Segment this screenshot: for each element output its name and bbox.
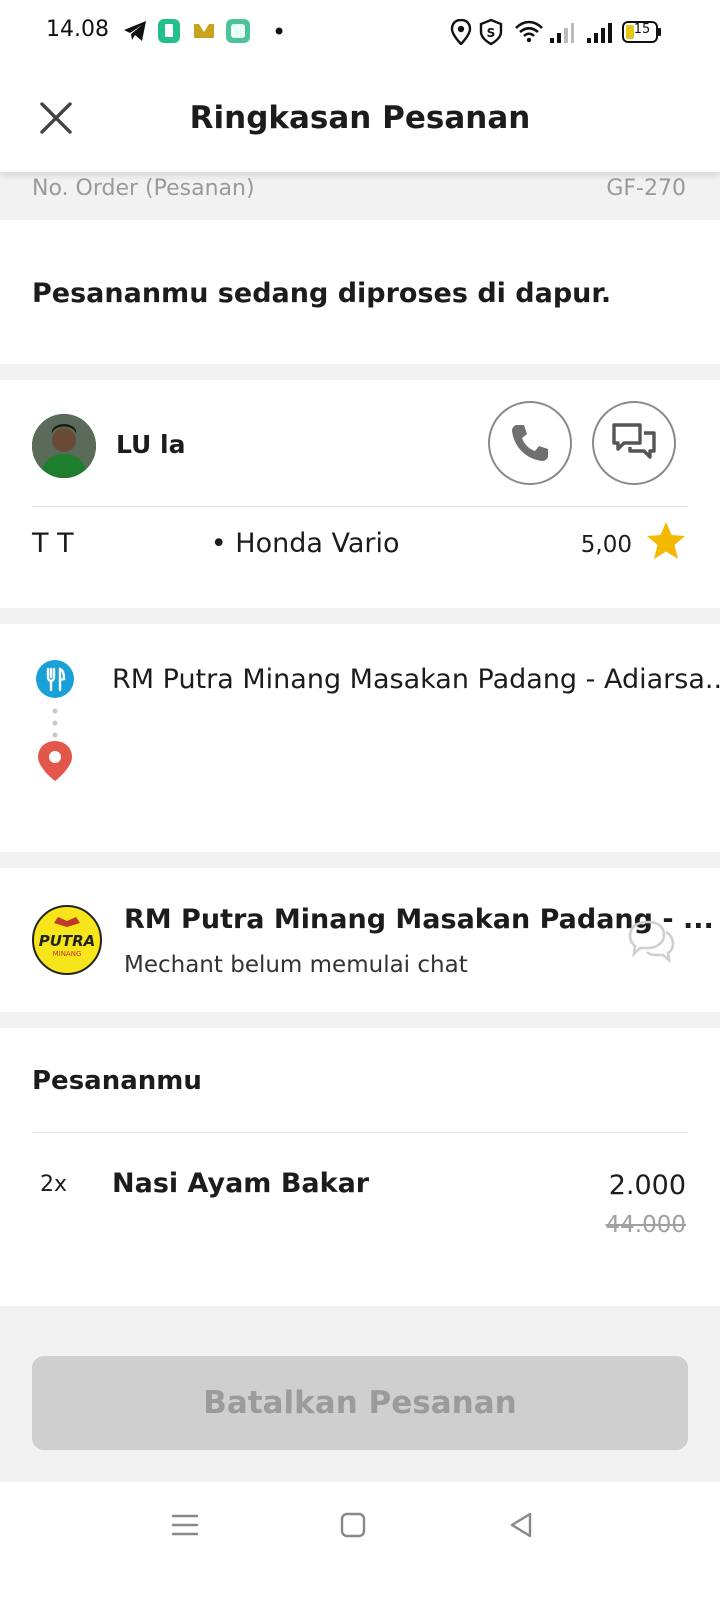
app-header: Ringkasan Pesanan [0, 64, 720, 172]
route-connector [52, 708, 58, 738]
card-spacer [0, 1290, 720, 1306]
app-notification-icon [226, 19, 250, 43]
merchant-logo-subtext: MINANG [53, 950, 82, 958]
battery-level: 15 [633, 22, 651, 37]
wifi-icon [515, 20, 543, 43]
merchant-logo-text: PUTRA [39, 932, 96, 950]
order-status-card: Pesananmu sedang diproses di dapur. [0, 220, 720, 364]
pickup-location: RM Putra Minang Masakan Padang - Adiarsa… [112, 664, 720, 695]
menu-icon[interactable] [170, 1510, 200, 1540]
order-items-title: Pesananmu [32, 1066, 202, 1096]
more-notifications-dot: • [272, 18, 287, 46]
page-title: Ringkasan Pesanan [189, 100, 531, 136]
order-status-text: Pesananmu sedang diproses di dapur. [32, 278, 612, 309]
system-nav-bar [0, 1482, 720, 1600]
app-notification-icon [158, 19, 180, 43]
driver-avatar [32, 414, 96, 478]
order-number-row: No. Order (Pesanan) GF-270 [0, 172, 720, 220]
status-time: 14.08 [46, 17, 109, 42]
vehicle-model: • Honda Vario [210, 528, 400, 559]
order-number-value: GF-270 [606, 176, 686, 201]
back-icon[interactable] [506, 1510, 536, 1540]
chat-merchant-icon[interactable] [626, 918, 676, 964]
status-bar: 14.08 • S 15 [0, 0, 720, 64]
home-icon[interactable] [338, 1510, 368, 1540]
phone-icon [512, 425, 548, 461]
vehicle-plate: T T [32, 528, 74, 559]
location-pin-icon [38, 741, 72, 781]
merchant-logo: PUTRA MINANG [32, 905, 102, 975]
order-items-card: Pesananmu 2x Nasi Ayam Bakar 2.000 44.00… [0, 1028, 720, 1290]
telegram-icon [124, 21, 146, 41]
driver-rating: 5,00 [580, 532, 632, 558]
merchant-chat-status: Mechant belum memulai chat [124, 952, 468, 978]
svg-text:S: S [487, 26, 496, 40]
location-icon [450, 19, 472, 45]
route-card: RM Putra Minang Masakan Padang - Adiarsa… [0, 624, 720, 852]
signal-icon [587, 23, 612, 43]
shield-icon: S [479, 18, 503, 46]
chat-icon [612, 423, 656, 459]
vehicle-info: T T • Honda Vario [32, 528, 400, 559]
app-notification-icon [194, 24, 214, 38]
item-original-price: 44.000 [605, 1212, 686, 1238]
item-price: 2.000 [608, 1170, 686, 1201]
driver-card: LU la T T • Honda Vario 5,00 [0, 380, 720, 608]
call-button[interactable] [488, 401, 572, 485]
driver-name: LU la [116, 430, 186, 459]
divider [32, 506, 688, 507]
order-number-label: No. Order (Pesanan) [32, 176, 255, 201]
chat-driver-button[interactable] [592, 401, 676, 485]
divider [32, 1132, 688, 1133]
merchant-card[interactable]: PUTRA MINANG RM Putra Minang Masakan Pad… [0, 868, 720, 1012]
signal-icon [550, 23, 574, 43]
star-icon [647, 522, 685, 559]
cancel-order-button[interactable]: Batalkan Pesanan [32, 1356, 688, 1450]
item-name: Nasi Ayam Bakar [112, 1168, 370, 1199]
restaurant-icon [36, 660, 74, 698]
item-quantity: 2x [40, 1172, 68, 1197]
